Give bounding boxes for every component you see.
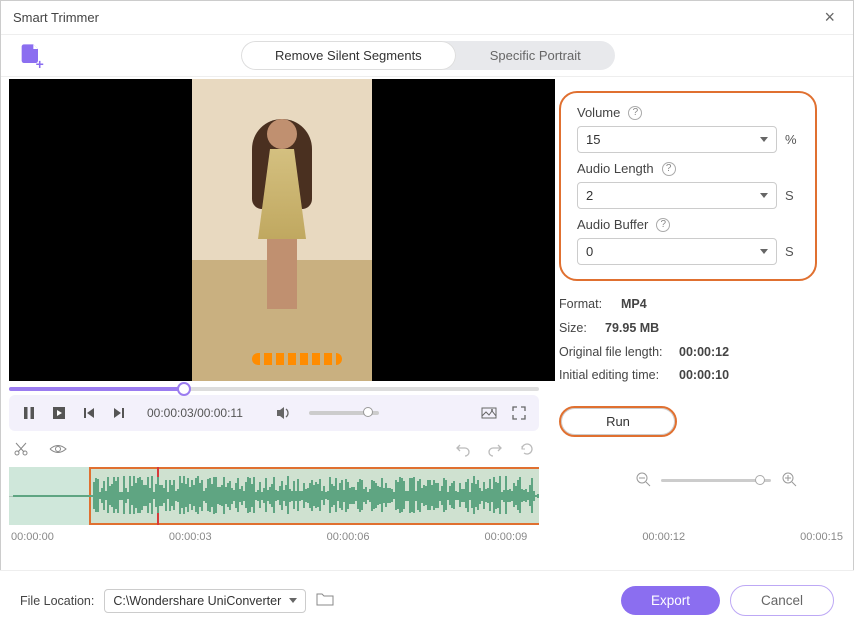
redo-icon[interactable]: [487, 441, 503, 457]
help-icon[interactable]: ?: [662, 162, 676, 176]
zoom-controls: [559, 465, 817, 496]
svg-text:+: +: [36, 55, 44, 69]
zoom-out-icon[interactable]: [635, 471, 651, 490]
file-info: Format: MP4 Size: 79.95 MB Original file l…: [559, 293, 817, 388]
chevron-down-icon: [760, 193, 768, 198]
tab-specific-portrait[interactable]: Specific Portrait: [456, 41, 615, 70]
export-button[interactable]: Export: [621, 586, 720, 615]
ruler-tick: 00:00:12: [642, 531, 685, 543]
size-label: Size:: [559, 317, 595, 341]
cut-icon[interactable]: [13, 441, 29, 457]
video-preview[interactable]: [9, 79, 555, 381]
close-icon[interactable]: ×: [818, 7, 841, 28]
volume-slider[interactable]: [309, 411, 379, 415]
chevron-down-icon: [760, 137, 768, 142]
help-icon[interactable]: ?: [628, 106, 642, 120]
ruler-tick: 00:00:09: [484, 531, 527, 543]
audio-waveform[interactable]: [9, 467, 539, 525]
audio-length-label: Audio Length: [577, 161, 654, 176]
volume-label: Volume: [577, 105, 620, 120]
pause-icon[interactable]: [21, 405, 37, 421]
zoom-in-icon[interactable]: [781, 471, 797, 490]
window-title: Smart Trimmer: [13, 10, 99, 25]
volume-unit: %: [785, 132, 799, 147]
undo-icon[interactable]: [455, 441, 471, 457]
init-time-value: 00:00:10: [679, 364, 729, 388]
orig-len-label: Original file length:: [559, 341, 669, 365]
orig-len-value: 00:00:12: [679, 341, 729, 365]
ruler-tick: 00:00:06: [327, 531, 370, 543]
volume-icon[interactable]: [275, 405, 291, 421]
size-value: 79.95 MB: [605, 317, 659, 341]
zoom-slider[interactable]: [661, 479, 771, 482]
init-time-label: Initial editing time:: [559, 364, 669, 388]
ruler-tick: 00:00:00: [11, 531, 54, 543]
audio-buffer-unit: S: [785, 244, 799, 259]
cancel-button[interactable]: Cancel: [730, 585, 834, 616]
mode-tabs: Remove Silent Segments Specific Portrait: [241, 41, 615, 70]
audio-buffer-label: Audio Buffer: [577, 217, 648, 232]
playback-time: 00:00:03/00:00:11: [147, 406, 243, 420]
file-location-label: File Location:: [20, 594, 94, 608]
tab-remove-silent[interactable]: Remove Silent Segments: [241, 41, 456, 70]
header-row: + Remove Silent Segments Specific Portra…: [1, 35, 853, 77]
audio-length-unit: S: [785, 188, 799, 203]
time-ruler: 00:00:00 00:00:03 00:00:06 00:00:09 00:00:12…: [11, 531, 843, 543]
footer: File Location: C:\Wondershare UniConvert…: [0, 570, 854, 630]
fullscreen-icon[interactable]: [511, 405, 527, 421]
chevron-down-icon: [289, 598, 297, 603]
folder-icon[interactable]: [316, 591, 334, 610]
titlebar: Smart Trimmer ×: [1, 1, 853, 35]
preview-eye-icon[interactable]: [49, 441, 67, 457]
format-label: Format:: [559, 293, 611, 317]
audio-buffer-select[interactable]: 0: [577, 238, 777, 265]
ruler-tick: 00:00:03: [169, 531, 212, 543]
file-location-select[interactable]: C:\Wondershare UniConverter: [104, 589, 306, 613]
run-button[interactable]: Run: [559, 406, 677, 437]
refresh-icon[interactable]: [519, 441, 535, 457]
next-icon[interactable]: [111, 405, 127, 421]
chevron-down-icon: [760, 249, 768, 254]
prev-icon[interactable]: [81, 405, 97, 421]
playback-controls: 00:00:03/00:00:11: [9, 395, 539, 431]
timeline-tools: [1, 435, 547, 463]
format-value: MP4: [621, 293, 647, 317]
audio-length-select[interactable]: 2: [577, 182, 777, 209]
help-icon[interactable]: ?: [656, 218, 670, 232]
volume-select[interactable]: 15: [577, 126, 777, 153]
seek-slider[interactable]: [9, 387, 539, 391]
parameters-panel: Volume? 15 % Audio Length? 2 S Audio Buf…: [559, 91, 817, 281]
add-file-icon[interactable]: +: [17, 42, 45, 70]
ruler-tick: 00:00:15: [800, 531, 843, 543]
stop-icon[interactable]: [51, 405, 67, 421]
snapshot-icon[interactable]: [481, 405, 497, 421]
